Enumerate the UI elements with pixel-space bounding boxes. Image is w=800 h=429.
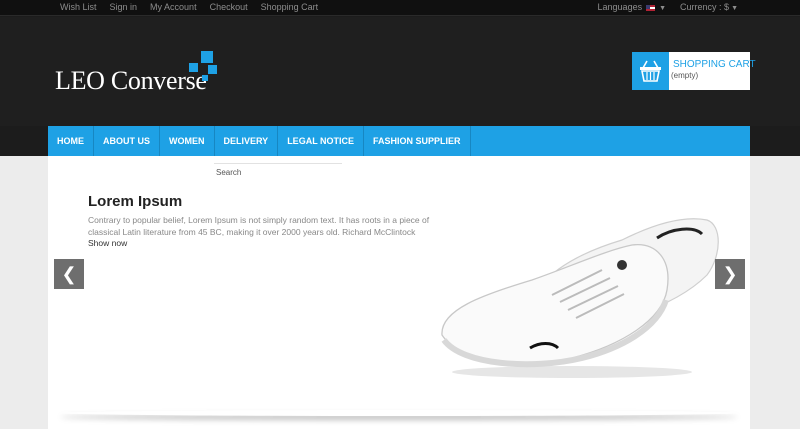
sign-in-link[interactable]: Sign in (110, 2, 138, 12)
shopping-cart-link[interactable]: Shopping Cart (261, 2, 319, 12)
my-account-link[interactable]: My Account (150, 2, 197, 12)
site-logo[interactable]: LEO Converse (55, 66, 207, 96)
currency-value: $ (724, 2, 730, 12)
chevron-down-icon: ▼ (659, 5, 667, 12)
slide-title: Lorem Ipsum (88, 193, 183, 210)
search-input[interactable]: Search (214, 163, 342, 179)
slider-next-button[interactable]: ❯ (715, 259, 745, 289)
top-settings: Languages ▼ Currency : $ ▼ (598, 2, 738, 12)
currency-label: Currency : (680, 2, 722, 12)
cart-title: SHOPPING CART (673, 59, 756, 70)
checkout-link[interactable]: Checkout (210, 2, 248, 12)
nav-item-legal-notice[interactable]: LEGAL NOTICE (278, 126, 365, 156)
main-nav: HOME ABOUT US WOMEN DELIVERY LEGAL NOTIC… (48, 126, 750, 156)
currency-dropdown[interactable]: Currency : $ ▼ (680, 2, 738, 12)
top-links: Wish List Sign in My Account Checkout Sh… (60, 2, 318, 12)
wish-list-link[interactable]: Wish List (60, 2, 97, 12)
nav-item-about-us[interactable]: ABOUT US (94, 126, 160, 156)
slider-shadow (60, 410, 738, 416)
chevron-down-icon: ▼ (731, 5, 738, 12)
cart-icon-box (632, 52, 669, 90)
nav-item-delivery[interactable]: DELIVERY (215, 126, 279, 156)
sneaker-image (441, 218, 719, 378)
basket-icon (640, 60, 661, 82)
main-content: Search Lorem Ipsum Contrary to popular b… (48, 156, 750, 429)
chevron-left-icon: ❮ (61, 264, 77, 284)
cart-status: (empty) (671, 71, 699, 80)
languages-label: Languages (597, 2, 643, 12)
slider-prev-button[interactable]: ❮ (54, 259, 84, 289)
nav-item-home[interactable]: HOME (48, 126, 94, 156)
us-flag-icon (646, 4, 656, 11)
chevron-right-icon: ❯ (722, 264, 738, 284)
slide-text: Contrary to popular belief, Lorem Ipsum … (88, 215, 430, 237)
logo-squares-icon (189, 51, 221, 81)
site-header: LEO Converse SHOPPING CART (empty) (0, 17, 800, 126)
nav-item-fashion-supplier[interactable]: FASHION SUPPLIER (364, 126, 471, 156)
top-bar: Wish List Sign in My Account Checkout Sh… (0, 0, 800, 16)
shopping-cart-block[interactable]: SHOPPING CART (empty) (632, 52, 756, 90)
nav-item-women[interactable]: WOMEN (160, 126, 215, 156)
show-now-link[interactable]: Show now (88, 238, 127, 248)
languages-dropdown[interactable]: Languages ▼ (598, 2, 666, 12)
